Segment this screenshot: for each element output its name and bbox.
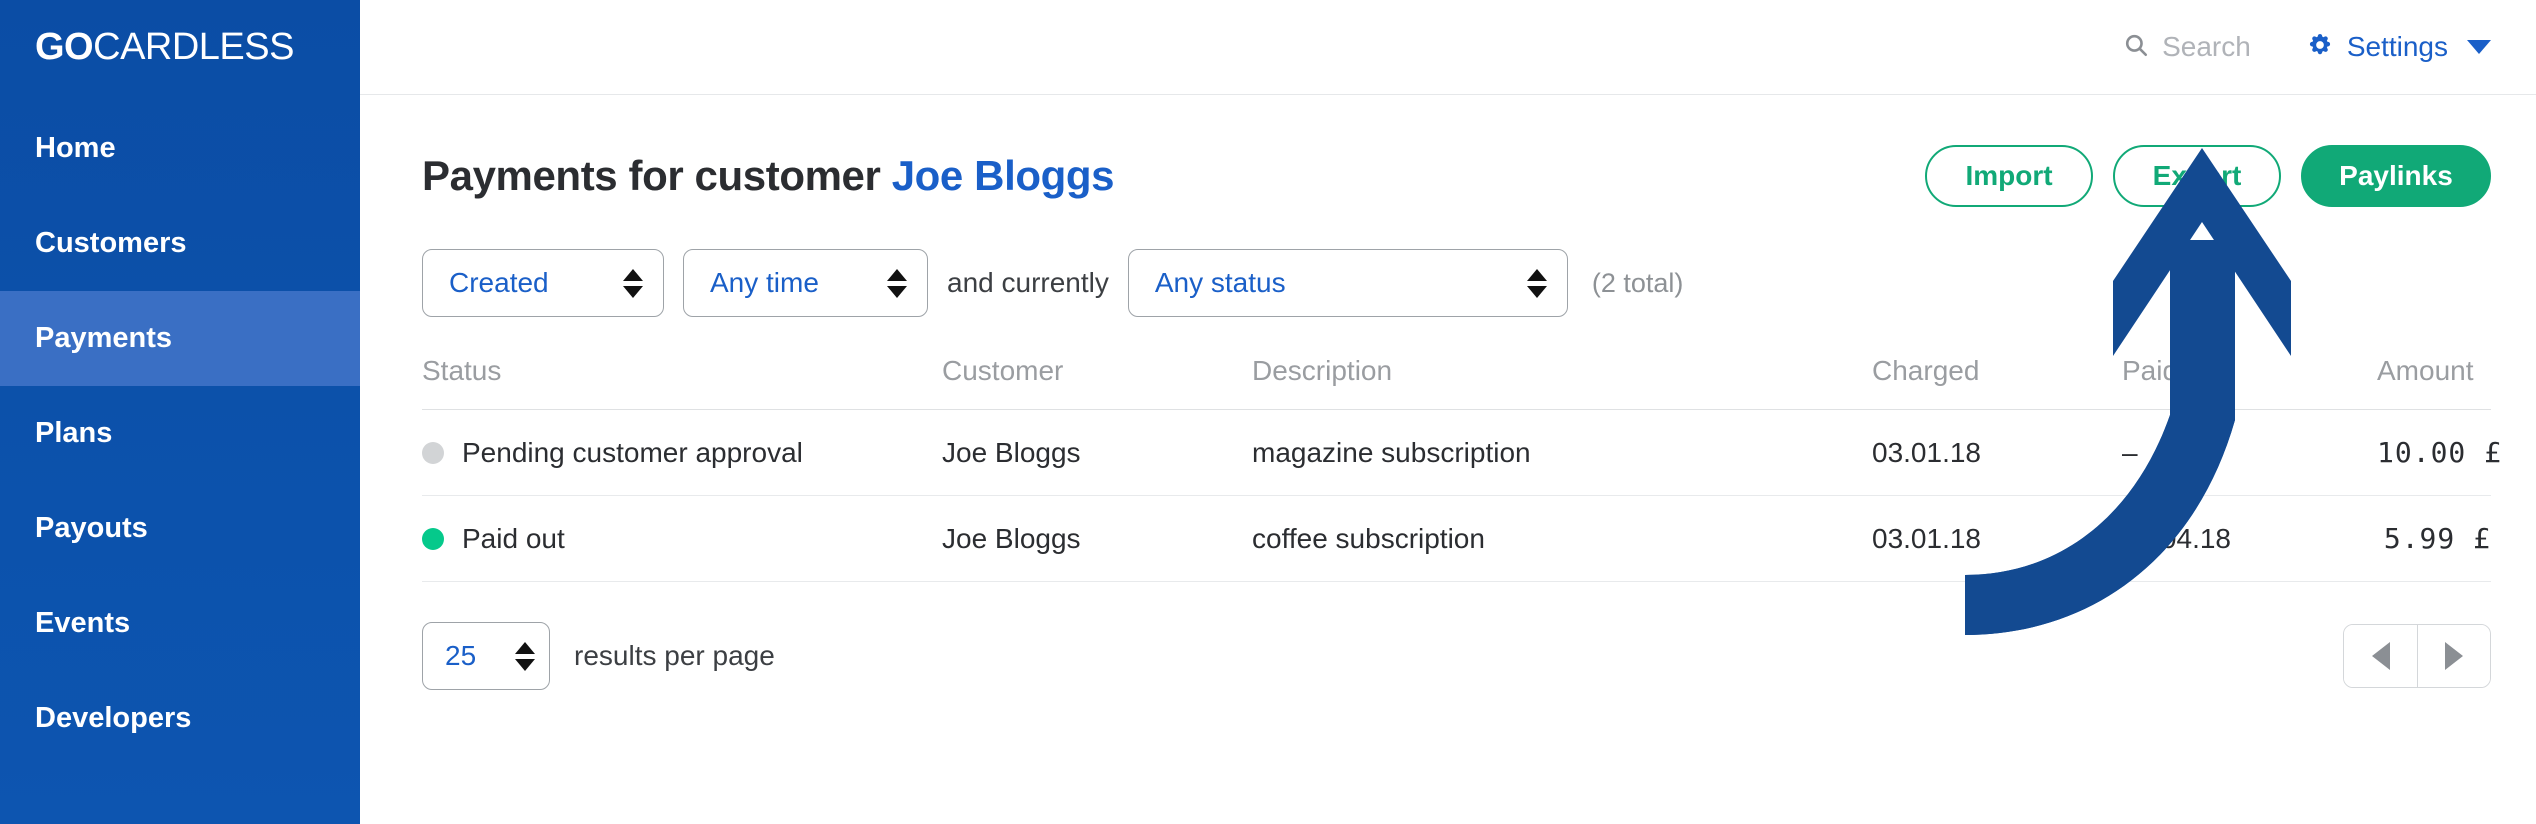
table-head: Status Customer Description Charged Paid… [422,355,2491,410]
result-total: (2 total) [1591,267,1684,298]
pagination [2343,624,2491,688]
prev-page-button[interactable] [2344,625,2417,687]
cell-status: Pending customer approval [422,409,942,496]
cell-description: coffee subscription [1252,495,1872,582]
per-page-value: 25 [445,640,477,671]
sidebar-item-events[interactable]: Events [0,576,360,671]
cell-charged: 03.01.18 [1872,495,2122,582]
chevron-left-icon [2371,642,2390,670]
cell-description: magazine subscription [1252,409,1872,496]
field-select-value: Created [449,267,549,298]
sidebar-item-payments[interactable]: Payments [0,291,360,386]
brand-logo-text: GOCARDLESS [35,26,294,69]
settings-label: Settings [2346,31,2448,62]
sidebar-item-label: Events [35,607,131,639]
payments-table: Status Customer Description Charged Paid… [422,355,2501,582]
sidebar-item-label: Customers [35,227,187,259]
page-content: Payments for customer Joe Bloggs Import … [360,95,2536,690]
table-row[interactable]: Paid out Joe Bloggs coffee subscription … [422,495,2491,582]
cell-customer: Joe Bloggs [942,495,1252,582]
search-placeholder: Search [2162,31,2251,62]
column-header-customer: Customer [942,355,1252,410]
sidebar-item-home[interactable]: Home [0,101,360,196]
cell-charged: 03.01.18 [1872,409,2122,496]
page-title-prefix: Payments for customer [422,152,881,199]
table-footer: 25 results per page [422,622,2491,690]
stepper-icon [887,268,907,298]
status-dot-icon [422,441,444,464]
cell-customer: Joe Bloggs [942,409,1252,496]
chevron-down-icon [2467,40,2491,54]
column-header-amount: Amount [2377,355,2491,410]
sidebar-item-payouts[interactable]: Payouts [0,481,360,576]
column-header-description: Description [1252,355,1872,410]
brand-logo-cardless: CARDLESS [93,26,294,68]
time-select-value: Any time [710,267,819,298]
paylinks-button[interactable]: Paylinks [2301,145,2491,207]
status-dot-icon [422,527,444,550]
next-page-button[interactable] [2417,625,2490,687]
sidebar-item-label: Plans [35,417,113,449]
sidebar-nav: Home Customers Payments Plans Payouts Ev… [0,101,360,766]
search-control[interactable]: Search [2123,31,2251,63]
status-label: Paid out [462,522,565,554]
stepper-icon [515,641,535,671]
per-page-control: 25 results per page [422,622,775,690]
page-actions: Import Export Paylinks [1925,145,2491,207]
filter-bar: Created Any time and currently Any statu… [422,249,2491,317]
page-header: Payments for customer Joe Bloggs Import … [422,95,2491,207]
cell-paid-out: 30.04.18 [2122,495,2377,582]
gear-icon [2306,31,2334,64]
sidebar-item-label: Payments [35,322,173,354]
table-header-row: Status Customer Description Charged Paid… [422,355,2491,410]
customer-link[interactable]: Joe Bloggs [892,152,1115,199]
brand-logo[interactable]: GOCARDLESS [0,0,360,95]
time-select[interactable]: Any time [683,249,928,317]
import-button[interactable]: Import [1925,145,2093,207]
sidebar-item-plans[interactable]: Plans [0,386,360,481]
search-icon [2123,32,2149,63]
page-title: Payments for customer Joe Bloggs [422,152,1114,200]
stepper-icon [623,268,643,298]
sidebar: GOCARDLESS Home Customers Payments Plans… [0,0,360,824]
cell-paid-out: – [2122,409,2377,496]
sidebar-item-label: Payouts [35,512,148,544]
table-body: Pending customer approval Joe Bloggs mag… [422,409,2501,582]
sidebar-item-label: Home [35,132,116,164]
per-page-label: results per page [574,640,775,671]
app-root: GOCARDLESS Home Customers Payments Plans… [0,0,2536,824]
topbar: Search Settings [360,0,2536,95]
column-header-charged: Charged [1872,355,2122,410]
main-panel: Search Settings Payments for customer Jo… [360,0,2536,824]
stepper-icon [1526,268,1547,298]
field-select[interactable]: Created [422,249,664,317]
per-page-select[interactable]: 25 [422,622,550,690]
chevron-right-icon [2445,642,2463,670]
brand-logo-go: GO [35,26,94,68]
cell-amount: 10.00 £ [2377,409,2501,496]
column-header-paid-out: Paid out [2122,355,2377,410]
column-header-status: Status [422,355,942,410]
cell-amount: 5.99 £ [2377,495,2491,582]
export-button[interactable]: Export [2113,145,2281,207]
sidebar-item-customers[interactable]: Customers [0,196,360,291]
sidebar-item-developers[interactable]: Developers [0,671,360,766]
status-select[interactable]: Any status [1127,249,1568,317]
table-row[interactable]: Pending customer approval Joe Bloggs mag… [422,409,2501,496]
settings-menu[interactable]: Settings [2306,31,2491,64]
status-label: Pending customer approval [462,436,803,468]
sidebar-item-label: Developers [35,702,192,734]
status-select-value: Any status [1154,267,1286,298]
cell-status: Paid out [422,495,942,582]
filter-conjunction: and currently [947,267,1109,298]
